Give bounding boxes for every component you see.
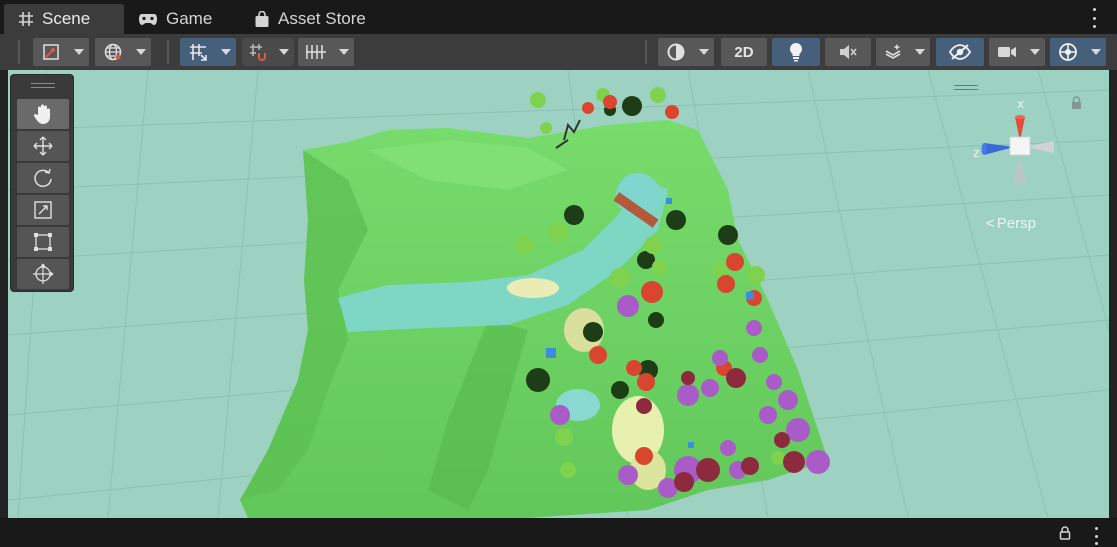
viewport-right-border <box>1109 70 1117 518</box>
grid-ruler-icon <box>306 45 326 59</box>
scene-camera-dropdown[interactable] <box>1025 38 1045 66</box>
scene-camera-button[interactable] <box>989 38 1025 66</box>
snap-magnet-icon <box>250 44 266 61</box>
scene-lighting-button[interactable] <box>772 38 820 66</box>
toolbar-separator <box>167 40 169 64</box>
grid-visibility-dropdown[interactable] <box>334 38 354 66</box>
gizmo-neg-y-cone <box>1014 155 1026 183</box>
move-arrows-icon <box>33 136 53 156</box>
scene-effects-button[interactable] <box>876 38 910 66</box>
orientation-gizmo[interactable]: x z <box>974 95 1084 205</box>
gizmo-globe-icon <box>1059 43 1077 61</box>
tab-bar: Scene Game Asset Store <box>0 0 1117 34</box>
move-tool-button[interactable] <box>17 131 69 161</box>
draw-mode-dropdown[interactable] <box>69 38 89 66</box>
hand-icon <box>33 104 50 124</box>
tools-panel-grip[interactable] <box>31 83 55 88</box>
lightbulb-icon <box>789 42 803 62</box>
globe-icon <box>104 43 122 61</box>
status-bar <box>0 518 1117 547</box>
effects-layers-icon <box>885 44 901 59</box>
tab-game-label: Game <box>166 9 213 28</box>
draw-mode-button[interactable] <box>33 38 69 66</box>
scene-effects-dropdown[interactable] <box>910 38 930 66</box>
scene-toolbar: 2D <box>0 34 1117 70</box>
grid-snap-dropdown[interactable] <box>216 38 236 66</box>
scale-tool-button[interactable] <box>17 195 69 225</box>
viewport-left-border <box>0 70 8 518</box>
scene-render <box>8 70 1109 518</box>
rotate-icon <box>34 168 52 188</box>
rect-tool-button[interactable] <box>17 227 69 257</box>
tab-game[interactable]: Game <box>124 4 234 34</box>
gizmo-x-label: x <box>1017 97 1024 111</box>
scale-icon <box>34 201 52 219</box>
shaded-sphere-icon <box>667 43 685 61</box>
eye-hidden-icon <box>948 44 972 60</box>
persp-label: Persp <box>996 215 1036 232</box>
scene-viewport[interactable]: x z <box>8 70 1109 518</box>
scene-audio-button[interactable] <box>825 38 871 66</box>
rect-transform-icon <box>34 233 52 251</box>
grid-snap-button[interactable] <box>180 38 216 66</box>
shading-mode-button[interactable] <box>658 38 694 66</box>
global-local-dropdown[interactable] <box>131 38 151 66</box>
tab-scene-label: Scene <box>42 9 91 28</box>
tab-asset-store[interactable]: Asset Store <box>240 4 390 34</box>
tab-menu-icon[interactable] <box>1089 8 1099 28</box>
shading-mode-dropdown[interactable] <box>694 38 714 66</box>
global-local-button[interactable] <box>95 38 131 66</box>
perspective-toggle[interactable]: < Persp <box>986 215 1036 232</box>
grid-snap-icon <box>190 44 207 61</box>
scene-tools-overlay <box>10 74 74 292</box>
transform-icon <box>33 263 54 284</box>
lock-icon[interactable] <box>1059 526 1071 540</box>
gizmo-grip[interactable] <box>954 85 978 90</box>
shaded-mode-icon <box>43 44 59 60</box>
scene-visibility-button[interactable] <box>936 38 984 66</box>
camera-icon <box>998 47 1016 57</box>
tab-scene[interactable]: Scene <box>4 4 124 34</box>
tab-asset-store-label: Asset Store <box>278 9 366 28</box>
gizmos-button[interactable] <box>1050 38 1086 66</box>
toolbar-grip <box>18 40 20 64</box>
increment-snap-button[interactable] <box>242 38 274 66</box>
audio-muted-icon <box>840 45 857 59</box>
gizmo-center-cube <box>1009 136 1031 156</box>
grid-visibility-button[interactable] <box>298 38 334 66</box>
gizmos-dropdown[interactable] <box>1086 38 1106 66</box>
gizmo-lock-icon[interactable] <box>1071 96 1082 110</box>
gizmo-z-label: z <box>974 146 979 160</box>
status-menu-icon[interactable] <box>1091 527 1101 545</box>
transform-tool-button[interactable] <box>17 259 69 289</box>
grid-icon <box>19 12 33 26</box>
increment-snap-dropdown[interactable] <box>274 38 294 66</box>
shopping-bag-icon <box>255 10 269 27</box>
2d-mode-label: 2D <box>734 43 754 61</box>
hand-tool-button[interactable] <box>17 99 69 129</box>
rotate-tool-button[interactable] <box>17 163 69 193</box>
2d-mode-button[interactable]: 2D <box>721 38 767 66</box>
persp-chevron-icon: < <box>986 215 995 232</box>
gamepad-icon <box>139 14 157 25</box>
toolbar-separator-2 <box>645 40 647 64</box>
